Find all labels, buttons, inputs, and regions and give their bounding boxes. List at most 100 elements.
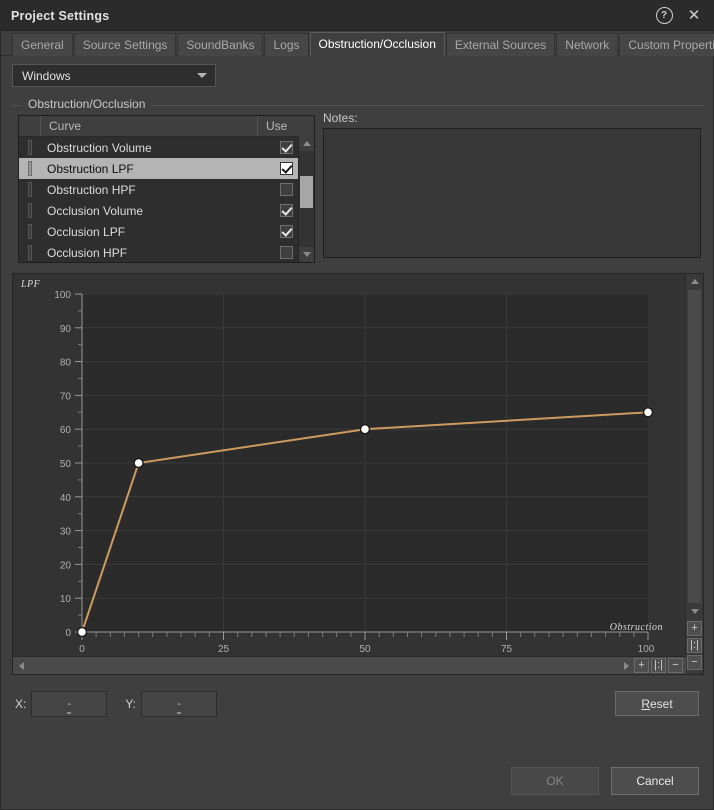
column-header-use: Use — [266, 119, 288, 133]
curve-name: Occlusion LPF — [47, 224, 126, 239]
tab-soundbanks[interactable]: SoundBanks — [177, 33, 264, 56]
triangle-up-icon[interactable] — [686, 274, 703, 289]
table-row[interactable]: Obstruction Volume — [19, 137, 314, 158]
x-input[interactable]: - — [31, 691, 108, 717]
chevron-up-icon[interactable] — [299, 136, 314, 151]
curve-list-header: Curve Use — [19, 116, 314, 137]
graph-horizontal-scrollbar[interactable]: + |:| − — [13, 656, 686, 674]
curve-editor-panel: 100 90 80 70 60 50 40 30 20 10 0 0 25 50… — [12, 273, 704, 675]
tab-bar: General Source Settings SoundBanks Logs … — [1, 31, 714, 56]
curve-name: Obstruction HPF — [47, 182, 136, 197]
column-header-marker — [19, 116, 41, 136]
help-glyph: ? — [655, 7, 673, 24]
svg-text:50: 50 — [359, 644, 371, 655]
curve-list-scrollbar[interactable] — [298, 136, 314, 262]
svg-text:20: 20 — [60, 560, 72, 571]
y-label: Y: — [125, 697, 137, 711]
curve-name: Occlusion Volume — [47, 203, 144, 218]
y-axis-label: LPF — [21, 279, 41, 290]
coordinate-fields: X: - Y: - — [15, 691, 235, 717]
table-row[interactable]: Occlusion LPF — [19, 221, 314, 242]
hzoom-out-button[interactable]: − — [668, 658, 683, 673]
table-row[interactable]: Occlusion Volume — [19, 200, 314, 221]
x-tick-labels: 0 25 50 75 100 — [79, 644, 655, 655]
y-tick-labels: 100 90 80 70 60 50 40 30 20 10 0 — [54, 290, 71, 639]
tab-obstruction-occlusion[interactable]: Obstruction/Occlusion — [309, 32, 445, 56]
svg-text:100: 100 — [54, 290, 71, 301]
y-axis-ticks — [75, 293, 82, 633]
help-icon[interactable]: ? — [649, 2, 679, 29]
reset-label-rest: eset — [649, 696, 673, 711]
tab-network[interactable]: Network — [556, 33, 619, 56]
close-icon[interactable]: ✕ — [679, 2, 709, 29]
row-marker — [19, 182, 41, 197]
tab-logs[interactable]: Logs — [264, 33, 309, 56]
svg-text:30: 30 — [60, 527, 72, 538]
y-input[interactable]: - — [141, 691, 218, 717]
triangle-down-icon[interactable] — [686, 604, 703, 619]
x-label: X: — [15, 697, 27, 711]
svg-text:90: 90 — [60, 324, 72, 335]
svg-text:0: 0 — [65, 628, 71, 639]
svg-text:0: 0 — [79, 644, 85, 655]
chevron-down-icon[interactable] — [299, 247, 314, 262]
curve-plot-svg: 100 90 80 70 60 50 40 30 20 10 0 0 25 50… — [54, 290, 655, 655]
svg-text:10: 10 — [60, 594, 72, 605]
x-axis-label: Obstruction — [609, 622, 663, 633]
graph-vertical-scrollbar[interactable]: + |:| − — [685, 274, 703, 674]
hzoom-fit-button[interactable]: |:| — [651, 658, 666, 673]
svg-text:50: 50 — [60, 459, 72, 470]
close-glyph: ✕ — [687, 7, 701, 24]
column-header-curve: Curve — [41, 116, 258, 136]
curve-list-body: Obstruction Volume Obstruction LPF Obstr… — [19, 137, 314, 262]
x-value: - — [67, 698, 72, 710]
tab-source-settings[interactable]: Source Settings — [73, 33, 177, 56]
vzoom-in-button[interactable]: + — [687, 621, 702, 636]
curve-name: Obstruction Volume — [47, 140, 152, 155]
cancel-button[interactable]: Cancel — [611, 767, 699, 795]
ok-button[interactable]: OK — [511, 767, 599, 795]
triangle-left-icon[interactable] — [13, 661, 29, 670]
row-marker — [19, 161, 41, 176]
table-row[interactable]: Obstruction HPF — [19, 179, 314, 200]
curve-list: Curve Use Obstruction Volume Obstruction… — [18, 115, 315, 263]
tab-external-sources[interactable]: External Sources — [445, 33, 556, 56]
svg-text:40: 40 — [60, 493, 72, 504]
platform-select-value: Windows — [22, 68, 71, 83]
title-bar: Project Settings ? ✕ — [1, 1, 713, 31]
tab-general[interactable]: General — [12, 33, 73, 56]
chevron-down-icon — [189, 73, 215, 78]
row-marker — [19, 203, 41, 218]
platform-select[interactable]: Windows — [12, 64, 216, 87]
svg-text:75: 75 — [501, 644, 513, 655]
reset-button[interactable]: Reset — [615, 691, 699, 716]
graph-vzoom-buttons: + |:| − — [686, 621, 703, 672]
vzoom-out-button[interactable]: − — [687, 655, 702, 670]
project-settings-dialog: Project Settings ? ✕ General Source Sett… — [0, 0, 714, 810]
vzoom-fit-button[interactable]: |:| — [687, 638, 702, 653]
row-marker — [19, 224, 41, 239]
graph-vscroll-thumb[interactable] — [687, 289, 702, 604]
graph-hzoom-buttons: + |:| − — [634, 658, 686, 673]
table-row[interactable]: Occlusion HPF — [19, 242, 314, 262]
reset-mnemonic: R — [641, 696, 650, 711]
tab-custom-properties[interactable]: Custom Properties — [619, 33, 714, 56]
curve-plot[interactable]: 100 90 80 70 60 50 40 30 20 10 0 0 25 50… — [13, 274, 685, 656]
svg-text:60: 60 — [60, 425, 72, 436]
svg-text:100: 100 — [638, 644, 655, 655]
triangle-right-icon[interactable] — [618, 661, 634, 670]
notes-section: Notes: — [323, 111, 701, 258]
notes-input[interactable] — [323, 128, 701, 258]
obstruction-occlusion-group: Obstruction/Occlusion Curve Use Obstruct… — [12, 97, 704, 275]
hzoom-in-button[interactable]: + — [634, 658, 649, 673]
row-marker — [19, 245, 41, 260]
svg-text:80: 80 — [60, 358, 72, 369]
dialog-footer: OK Cancel — [511, 767, 699, 795]
notes-label: Notes: — [323, 111, 358, 125]
table-row[interactable]: Obstruction LPF — [19, 158, 314, 179]
svg-text:25: 25 — [218, 644, 230, 655]
scrollbar-thumb[interactable] — [300, 176, 313, 208]
window-title: Project Settings — [11, 8, 110, 23]
svg-text:70: 70 — [60, 391, 72, 402]
y-value: - — [177, 698, 181, 710]
